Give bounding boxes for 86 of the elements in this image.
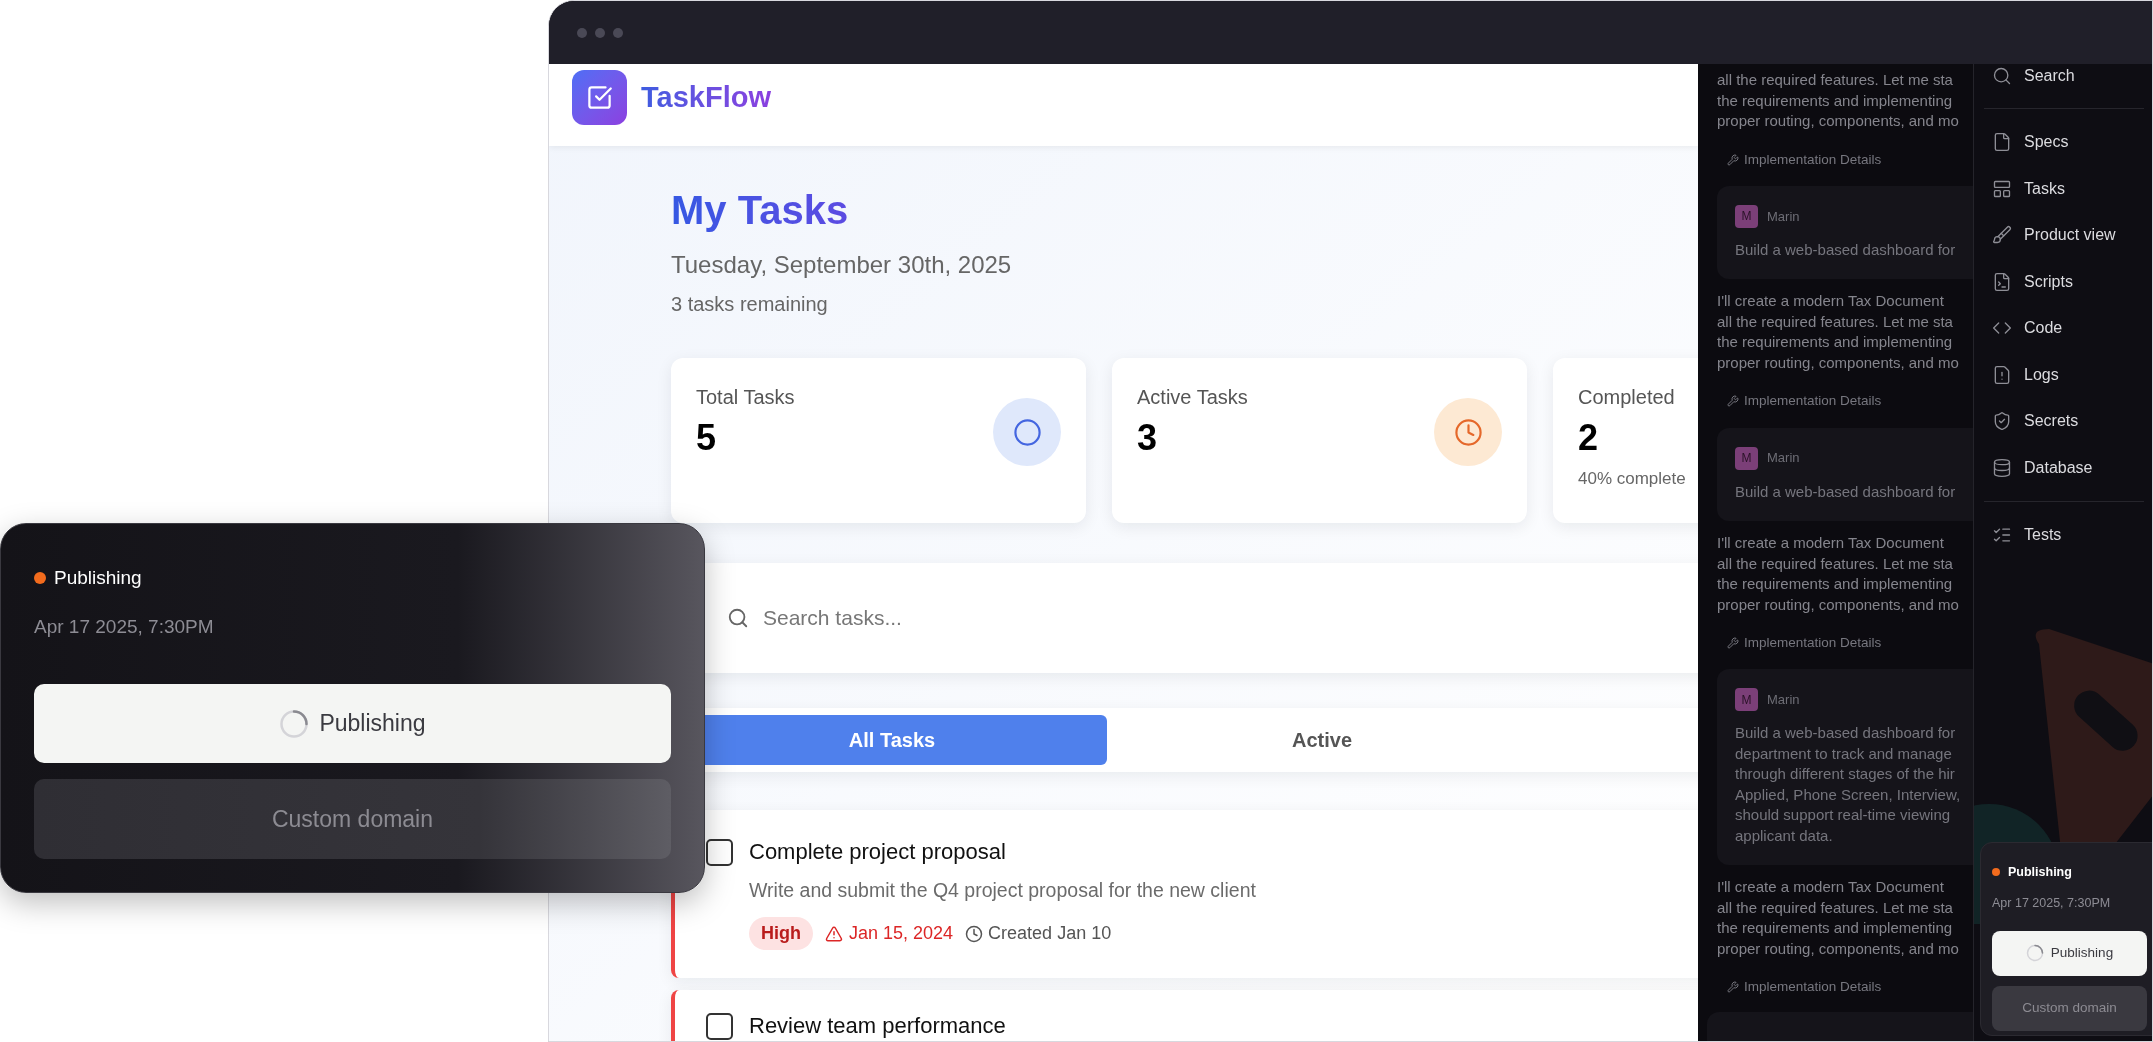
message-text-line: should support real-time viewing — [1735, 805, 1952, 826]
chat-text-line: the requirements and implementing — [1717, 332, 1954, 353]
task-title: Complete project proposal — [749, 838, 1007, 866]
created-date: Created Jan 10 — [988, 922, 1112, 946]
task-checkbox[interactable] — [706, 1013, 733, 1041]
alert-file-icon — [1992, 364, 2012, 385]
menu-item[interactable]: Secrets — [1974, 398, 2152, 445]
wrench-icon — [1727, 395, 1739, 408]
clock-icon — [965, 924, 984, 943]
spinner-icon — [2025, 944, 2044, 962]
warning-icon — [825, 924, 843, 943]
brush-icon — [1992, 225, 2012, 246]
details-link[interactable]: Implementation Details — [1744, 977, 1882, 998]
stat-value: 2 — [1578, 416, 1600, 460]
message-text-line: Build a web-based dashboard for — [1735, 723, 1957, 744]
message-text-line: Build a web-based dashboard for — [1735, 239, 1957, 260]
message-text-line: department to track and manage — [1735, 743, 1953, 764]
stat-label: Completed — [1578, 385, 1676, 410]
menu-item[interactable]: Product view — [1974, 212, 2152, 259]
details-link[interactable]: Implementation Details — [1744, 633, 1882, 654]
chat-text-line: proper routing, components, and mo — [1717, 352, 1960, 373]
message-text-line: Build a web-based dashboard for — [1735, 481, 1957, 502]
message-text-line: Applied, Phone Screen, Interview, — [1735, 784, 1962, 805]
search-icon — [1992, 66, 2012, 86]
chat-text-line: I'll create a modern Tax Document — [1717, 877, 1945, 898]
chat-text-line: the requirements and implementing — [1717, 918, 1954, 939]
avatar: M — [1735, 688, 1758, 712]
stat-label: Active Tasks — [1137, 385, 1248, 410]
status-label: Publishing — [2008, 864, 2072, 881]
message-author: Marin — [1767, 691, 1800, 709]
logo-icon — [572, 70, 627, 125]
menu-item[interactable]: Specs — [1974, 119, 2152, 166]
task-checkbox[interactable] — [706, 839, 733, 866]
message-author: Marin — [1767, 207, 1800, 226]
search-icon — [727, 607, 749, 629]
chat-text-line: I'll create a modern Tax Document — [1717, 533, 1945, 553]
publishing-button[interactable]: Publishing — [34, 684, 671, 763]
due-date: Jan 15, 2024 — [849, 922, 954, 946]
task-description: Write and submit the Q4 project proposal for the new client — [749, 878, 1256, 903]
custom-domain-button[interactable]: Custom domain — [34, 779, 671, 859]
status-label: Publishing — [54, 566, 142, 590]
tasks-remaining: 3 tasks remaining — [671, 292, 829, 317]
stat-label: Total Tasks — [696, 385, 795, 410]
page-date: Tuesday, September 30th, 2025 — [671, 250, 1013, 280]
wrench-icon — [1727, 637, 1739, 650]
message-text-line: through different stages of the hir — [1735, 764, 1956, 785]
publishing-button[interactable]: Publishing — [1992, 930, 2147, 976]
chat-text-line: all the required features. Let me sta — [1717, 70, 1954, 90]
database-icon — [1992, 457, 2012, 478]
chat-text-line: all the required features. Let me sta — [1717, 553, 1954, 574]
spinner-icon — [279, 708, 310, 739]
message-author: Marin — [1767, 449, 1800, 468]
publish-time: Apr 17 2025, 7:30PM — [1992, 894, 2112, 912]
stat-value: 3 — [1137, 416, 1159, 460]
menu-item[interactable]: Search — [1974, 64, 2152, 88]
menu-item[interactable]: Tests — [1974, 512, 2152, 559]
publish-time: Apr 17 2025, 7:30PM — [34, 614, 215, 639]
terminal-file-icon — [1992, 271, 2012, 292]
chat-text-line: proper routing, components, and mo — [1717, 594, 1960, 615]
wrench-icon — [1727, 153, 1739, 166]
details-link[interactable]: Implementation Details — [1744, 391, 1882, 412]
chat-text-line: the requirements and implementing — [1717, 574, 1954, 594]
menu-item[interactable]: Logs — [1974, 351, 2152, 398]
avatar: M — [1735, 204, 1758, 228]
menu-item[interactable]: Database — [1974, 444, 2152, 491]
chat-text-line: proper routing, components, and mo — [1717, 938, 1960, 959]
chat-text-line: the requirements and implementing — [1717, 90, 1954, 111]
wrench-icon — [1727, 981, 1739, 994]
tab[interactable]: Active — [1107, 715, 1537, 765]
stat-note: 40% complete — [1578, 468, 1686, 490]
menu-item[interactable]: Tasks — [1974, 165, 2152, 212]
chat-text-line: all the required features. Let me sta — [1717, 311, 1954, 332]
chat-text-line: proper routing, components, and mo — [1717, 111, 1960, 131]
priority-tag: High — [749, 917, 813, 951]
menu-item[interactable]: Code — [1974, 305, 2152, 352]
details-link[interactable]: Implementation Details — [1744, 149, 1882, 170]
shield-icon — [1992, 411, 2012, 432]
task-title: Review team performance — [749, 1012, 1006, 1041]
avatar: M — [1735, 446, 1758, 470]
menu-item[interactable]: Scripts — [1974, 258, 2152, 305]
chat-text-line: all the required features. Let me sta — [1717, 897, 1954, 918]
layout-icon — [1992, 178, 2012, 199]
document-icon — [1992, 132, 2012, 153]
message-text-line: applicant data. — [1735, 825, 1834, 846]
chat-text-line: I'll create a modern Tax Document — [1717, 291, 1945, 312]
stat-value: 5 — [696, 416, 718, 460]
